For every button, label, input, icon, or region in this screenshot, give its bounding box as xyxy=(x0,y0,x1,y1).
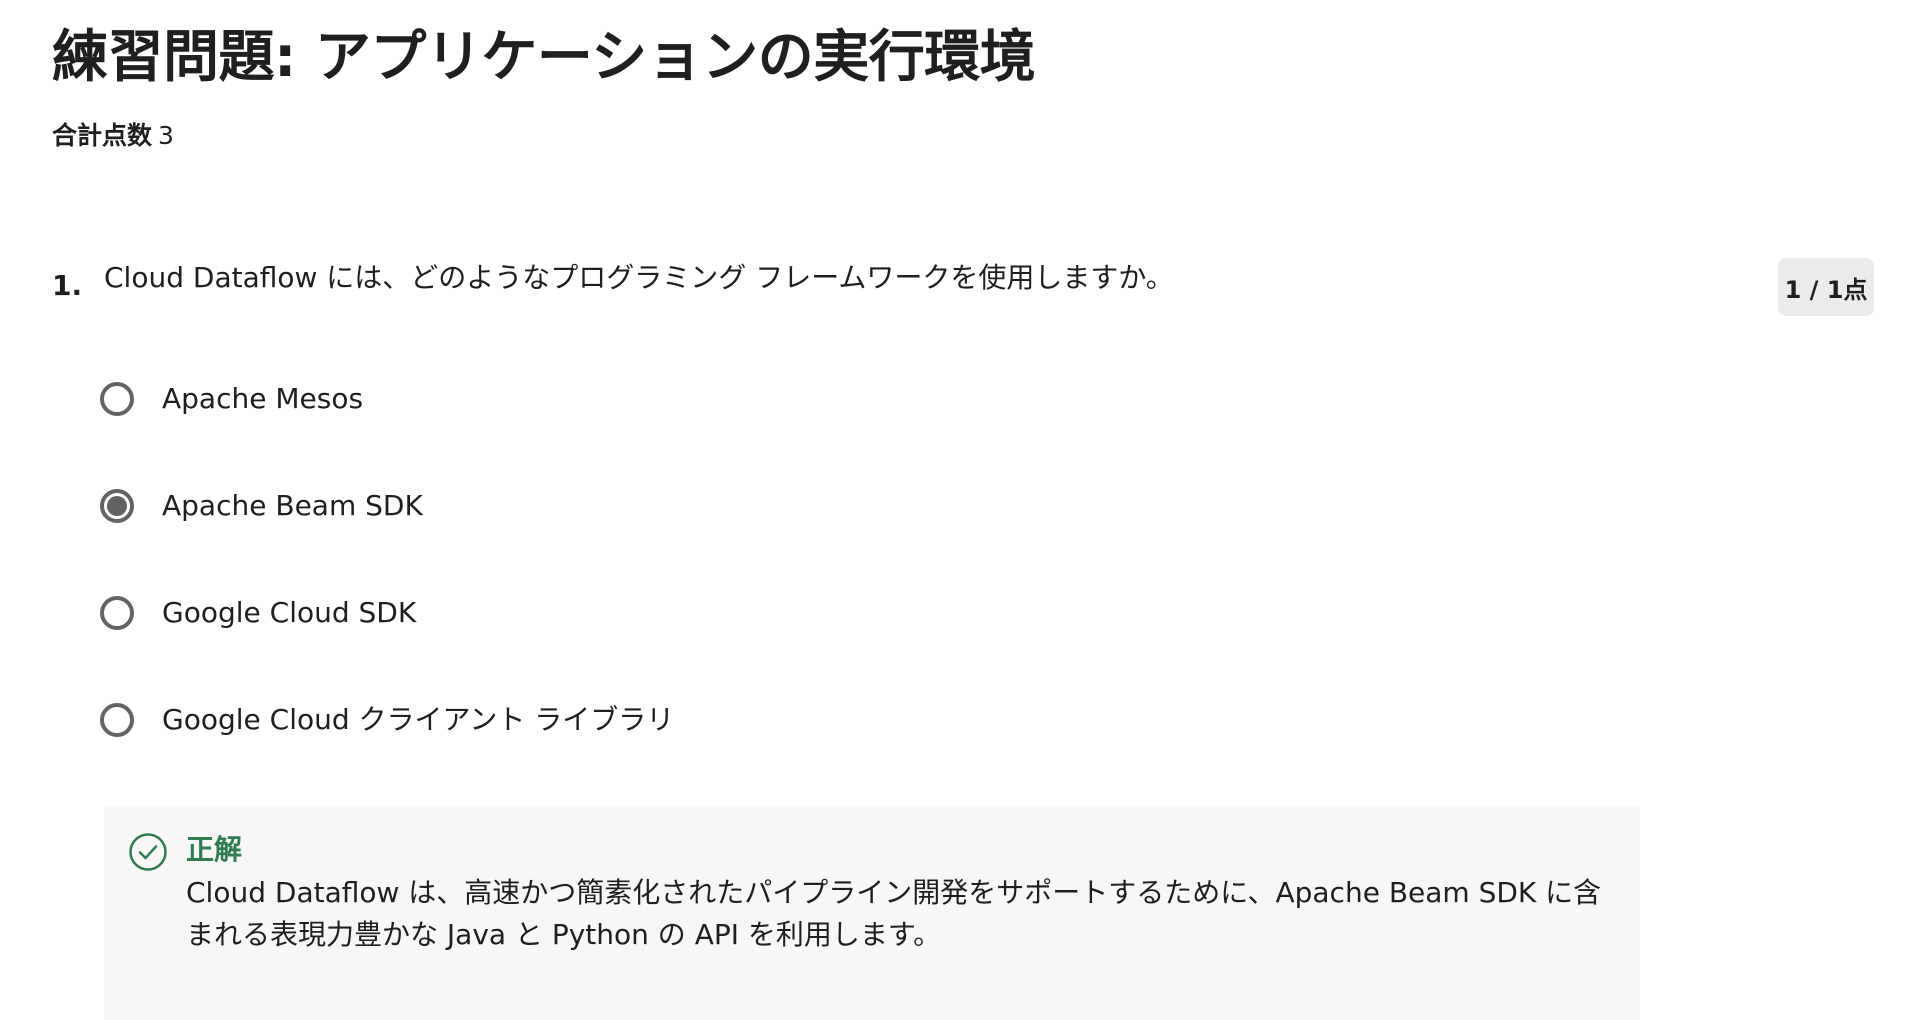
radio-button[interactable] xyxy=(100,703,134,737)
question-number: 1. xyxy=(52,269,83,302)
option-label: Google Cloud クライアント ライブラリ xyxy=(162,703,675,736)
option-apache-mesos[interactable]: Apache Mesos xyxy=(100,375,363,423)
radio-button[interactable] xyxy=(100,596,134,630)
option-google-cloud-sdk[interactable]: Google Cloud SDK xyxy=(100,589,416,637)
option-apache-beam-sdk[interactable]: Apache Beam SDK xyxy=(100,482,423,530)
radio-button-selected[interactable] xyxy=(100,489,134,523)
check-circle-icon xyxy=(129,833,167,871)
total-score: 合計点数 3 xyxy=(52,118,174,154)
feedback-status: 正解 xyxy=(186,833,243,866)
total-score-value: 3 xyxy=(158,121,174,150)
total-score-label: 合計点数 xyxy=(52,121,153,150)
radio-button[interactable] xyxy=(100,382,134,416)
option-google-cloud-client-libraries[interactable]: Google Cloud クライアント ライブラリ xyxy=(100,696,674,744)
question-1: 1. Cloud Dataflow には、どのようなプログラミング フレームワー… xyxy=(52,258,1874,318)
option-label: Google Cloud SDK xyxy=(162,596,417,629)
feedback-panel: 正解 Cloud Dataflow は、高速かつ簡素化されたパイプライン開発をサ… xyxy=(104,806,1640,1020)
page-title: 練習問題: アプリケーションの実行環境 xyxy=(52,25,1036,90)
feedback-explanation: Cloud Dataflow は、高速かつ簡素化されたパイプライン開発をサポート… xyxy=(186,876,1602,951)
option-label: Apache Mesos xyxy=(162,382,364,415)
question-text: Cloud Dataflow には、どのようなプログラミング フレームワークを使… xyxy=(104,261,1174,294)
points-badge: 1 / 1点 xyxy=(1778,258,1874,316)
option-label: Apache Beam SDK xyxy=(162,489,423,522)
quiz-page: 練習問題: アプリケーションの実行環境 合計点数 3 1. Cloud Dataf… xyxy=(0,0,1926,1020)
radio-selected-dot xyxy=(107,496,127,516)
